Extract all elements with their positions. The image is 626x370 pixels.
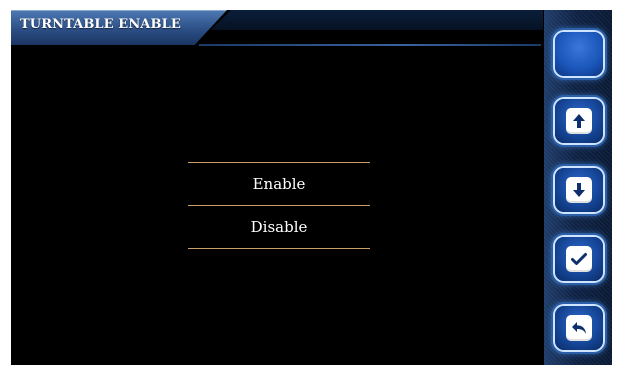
arrow-up-icon — [566, 108, 592, 134]
arrow-down-icon — [566, 177, 592, 203]
sidebar — [544, 10, 612, 365]
back-button[interactable] — [555, 306, 603, 350]
option-enable[interactable]: Enable — [188, 162, 370, 205]
option-disable[interactable]: Disable — [188, 205, 370, 249]
checkmark-icon — [566, 246, 592, 272]
blank-button[interactable] — [555, 32, 603, 76]
screen: TURNTABLE ENABLE Enable Disable — [11, 10, 612, 365]
option-list: Enable Disable — [188, 162, 370, 249]
option-label: Enable — [252, 175, 306, 193]
up-button[interactable] — [555, 99, 603, 143]
confirm-button[interactable] — [555, 237, 603, 281]
down-button[interactable] — [555, 168, 603, 212]
title-strip — [211, 10, 543, 30]
option-label: Disable — [250, 218, 308, 236]
return-arrow-icon — [566, 315, 592, 341]
page-title: TURNTABLE ENABLE — [20, 17, 181, 32]
title-underline — [199, 44, 541, 46]
